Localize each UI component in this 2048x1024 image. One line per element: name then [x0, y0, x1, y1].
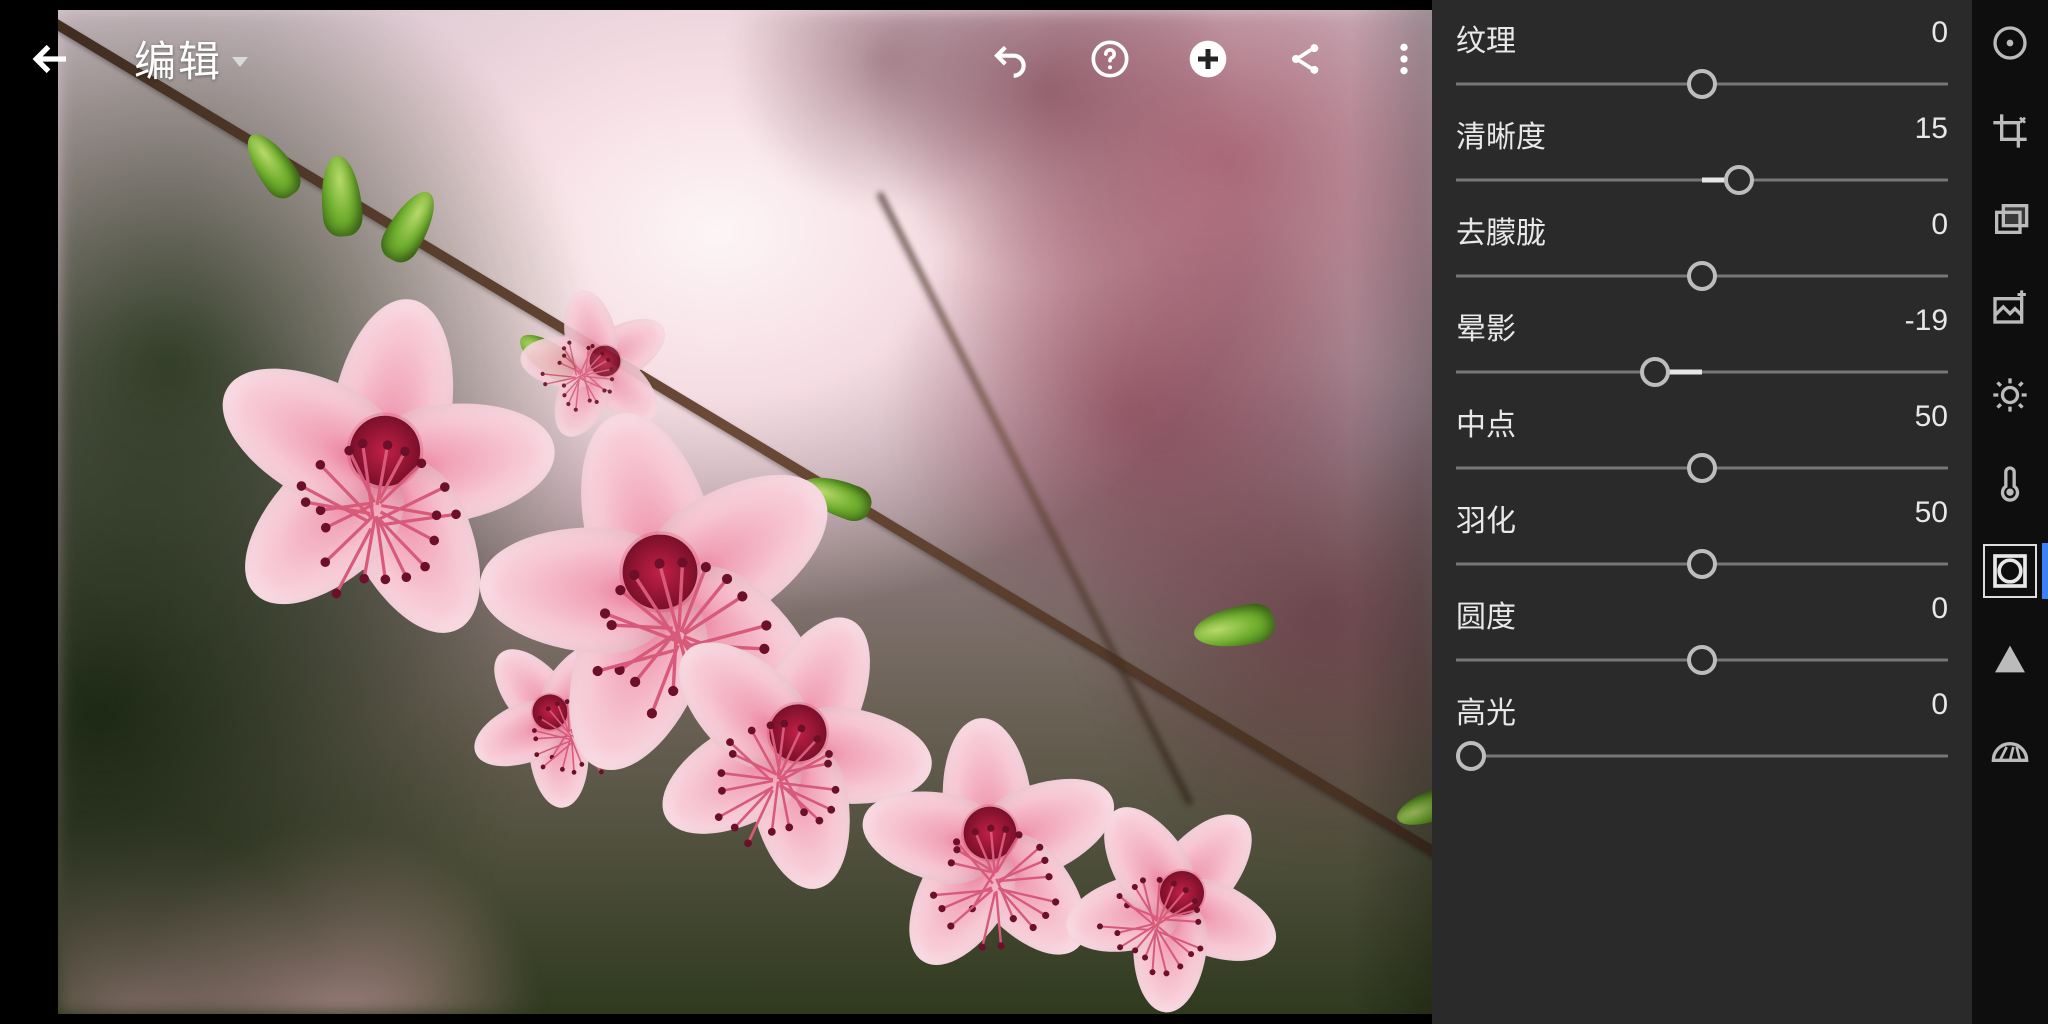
add-button[interactable]: [1186, 37, 1230, 81]
undo-button[interactable]: [990, 37, 1034, 81]
rail-tool-view[interactable]: [1987, 20, 2033, 66]
rail-tool-heal[interactable]: [1987, 284, 2033, 330]
thermometer-icon: [1990, 463, 2030, 503]
slider-track[interactable]: [1456, 354, 1948, 390]
rail-tool-light[interactable]: [1987, 372, 2033, 418]
adjustments-panel: 纹理 0 清晰度 15 去朦胧 0 晕影 -19 中点 50 羽化 50 圆度 0 高光 0: [1432, 0, 1972, 1024]
slider-row-highlights: 高光 0: [1450, 680, 1954, 776]
slider-row-midpoint: 中点 50: [1450, 392, 1954, 488]
rail-tool-detail[interactable]: [1987, 636, 2033, 682]
slider-value: 50: [1915, 496, 1948, 540]
slider-row-clarity: 清晰度 15: [1450, 104, 1954, 200]
slider-thumb[interactable]: [1724, 165, 1754, 195]
slider-thumb[interactable]: [1687, 69, 1717, 99]
toolbar-actions: [990, 37, 1426, 81]
arrow-left-icon: [31, 38, 73, 80]
slider-value: 0: [1931, 16, 1948, 60]
deco-leaf: [1191, 601, 1278, 654]
top-toolbar: 编辑: [24, 28, 1426, 89]
stack-icon: [1990, 199, 2030, 239]
slider-row-texture: 纹理 0: [1450, 8, 1954, 104]
slider-value: 0: [1931, 592, 1948, 636]
chevron-down-icon: [232, 57, 248, 67]
circle-dot-icon: [1990, 23, 2030, 63]
rail-tool-effects[interactable]: [1987, 548, 2033, 594]
mode-dropdown[interactable]: 编辑: [134, 28, 248, 89]
deco-flower: [237, 303, 534, 600]
slider-label: 清晰度: [1456, 112, 1546, 156]
slider-label: 羽化: [1456, 496, 1516, 540]
slider-label: 纹理: [1456, 16, 1516, 60]
slider-track[interactable]: [1456, 450, 1948, 486]
sparkle-image-icon: [1990, 287, 2030, 327]
slider-track[interactable]: [1456, 258, 1948, 294]
rail-tool-optics[interactable]: [1987, 724, 2033, 770]
rail-tool-color[interactable]: [1987, 460, 2033, 506]
slider-label: 圆度: [1456, 592, 1516, 636]
sun-icon: [1990, 375, 2030, 415]
slider-label: 去朦胧: [1456, 208, 1546, 252]
slider-label: 晕影: [1456, 304, 1516, 348]
slider-row-dehaze: 去朦胧 0: [1450, 200, 1954, 296]
slider-track[interactable]: [1456, 66, 1948, 102]
aperture-half-icon: [1990, 727, 2030, 767]
slider-row-feather: 羽化 50: [1450, 488, 1954, 584]
slider-row-vignette: 晕影 -19: [1450, 296, 1954, 392]
tool-rail: [1972, 0, 2048, 1024]
deco-leaf: [1392, 783, 1432, 833]
triangle-icon: [1990, 639, 2030, 679]
rail-tool-crop[interactable]: [1987, 108, 2033, 154]
photo-canvas[interactable]: [58, 10, 1432, 1014]
slider-label: 中点: [1456, 400, 1516, 444]
photo-preview-area: 编辑: [0, 0, 1432, 1024]
page-title: 编辑: [134, 28, 222, 89]
help-icon: [1090, 39, 1130, 79]
slider-thumb[interactable]: [1687, 261, 1717, 291]
slider-track[interactable]: [1456, 162, 1948, 198]
deco-branch: [877, 191, 1194, 806]
back-button[interactable]: [24, 31, 80, 87]
slider-track[interactable]: [1456, 546, 1948, 582]
slider-value: 15: [1915, 112, 1948, 156]
app-root: 编辑 纹理 0 清晰度 15: [0, 0, 2048, 1024]
share-button[interactable]: [1284, 37, 1328, 81]
slider-value: -19: [1905, 304, 1948, 348]
slider-thumb[interactable]: [1687, 645, 1717, 675]
help-button[interactable]: [1088, 37, 1132, 81]
share-icon: [1286, 39, 1326, 79]
more-vertical-icon: [1384, 39, 1424, 79]
slider-value: 0: [1931, 688, 1948, 732]
slider-track[interactable]: [1456, 738, 1948, 774]
deco-flower: [886, 729, 1094, 937]
vignette-icon: [1990, 551, 2030, 591]
slider-thumb[interactable]: [1456, 741, 1486, 771]
slider-value: 0: [1931, 208, 1948, 252]
plus-circle-icon: [1188, 39, 1228, 79]
slider-thumb[interactable]: [1687, 549, 1717, 579]
slider-label: 高光: [1456, 688, 1516, 732]
rail-active-indicator: [2042, 543, 2048, 599]
deco-leaf: [318, 153, 365, 237]
more-button[interactable]: [1382, 37, 1426, 81]
slider-track[interactable]: [1456, 642, 1948, 678]
crop-icon: [1990, 111, 2030, 151]
slider-thumb[interactable]: [1687, 453, 1717, 483]
slider-value: 50: [1915, 400, 1948, 444]
slider-row-roundness: 圆度 0: [1450, 584, 1954, 680]
rail-tool-presets[interactable]: [1987, 196, 2033, 242]
undo-icon: [992, 39, 1032, 79]
deco-flower: [529, 285, 682, 438]
slider-thumb[interactable]: [1640, 357, 1670, 387]
